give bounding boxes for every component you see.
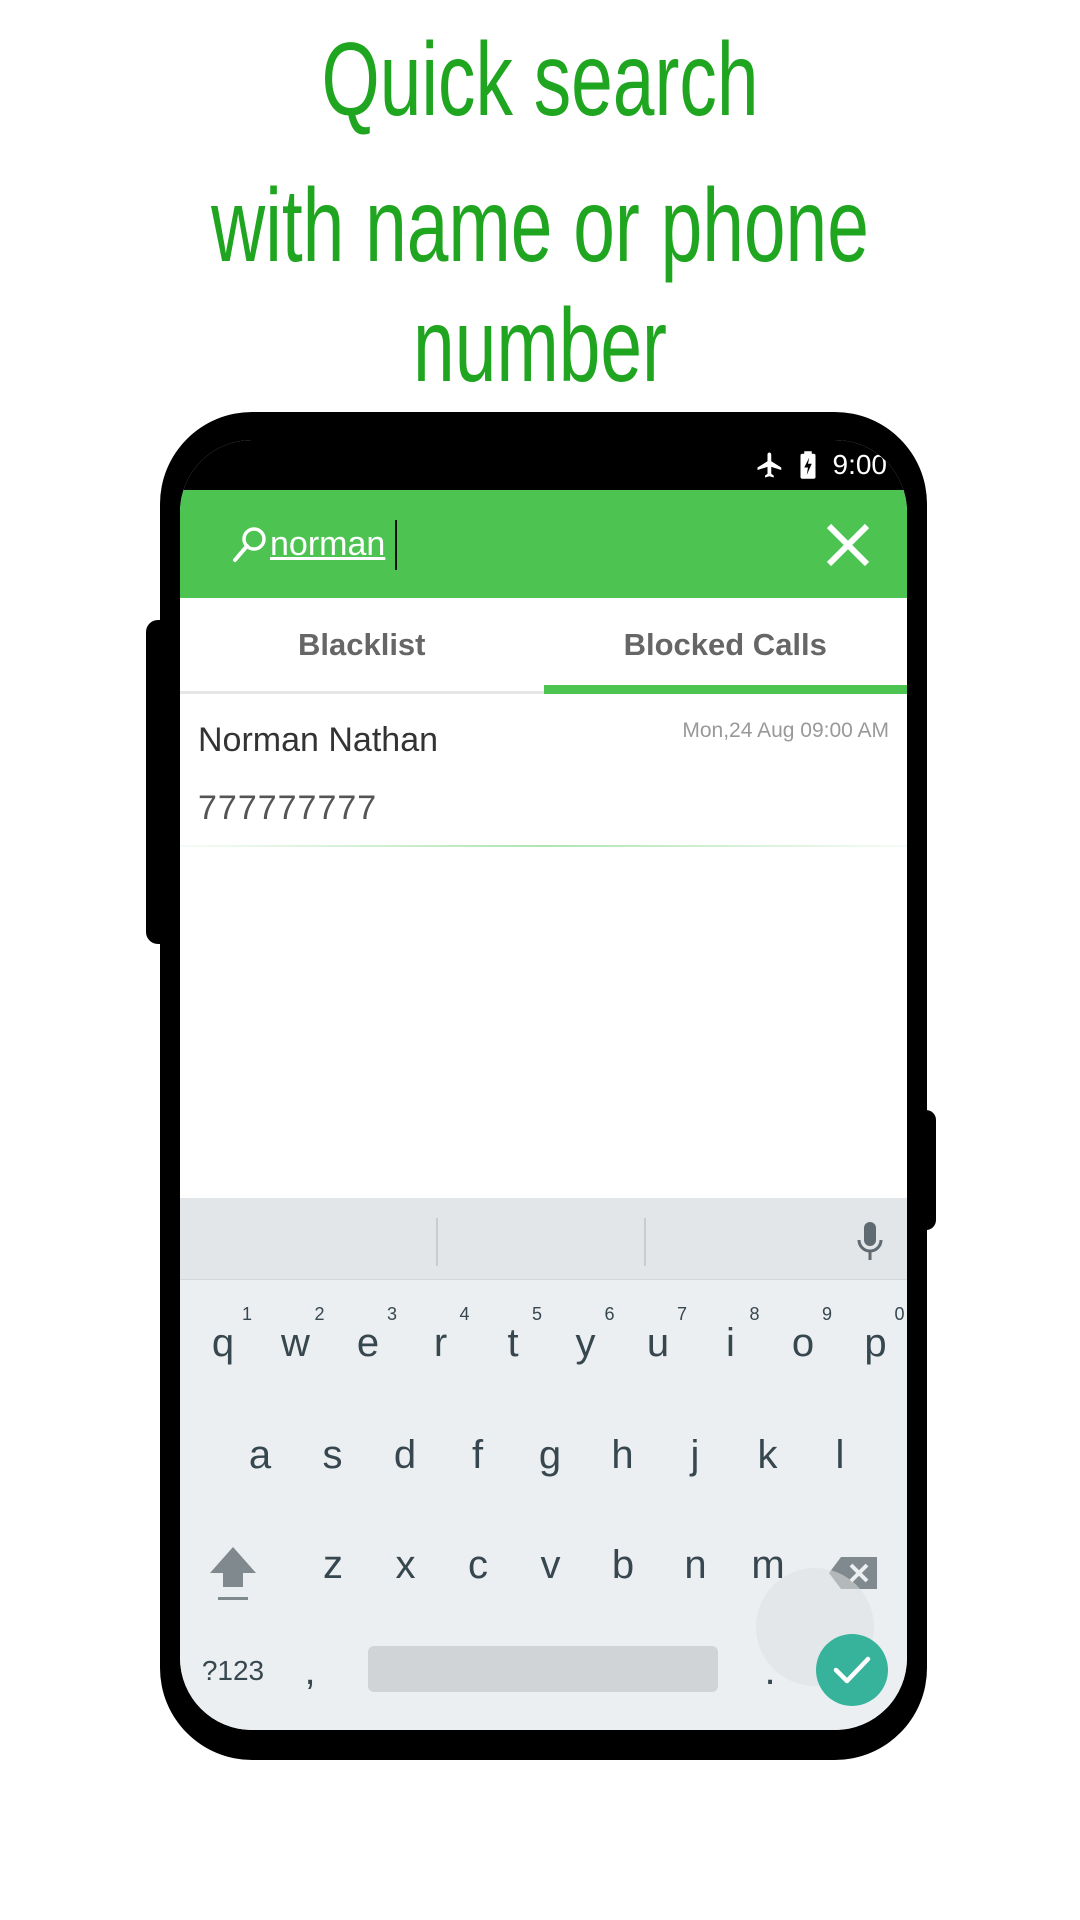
key-label: k [757,1432,778,1477]
airplane-mode-icon [755,450,785,480]
period-key[interactable]: . [740,1626,800,1716]
comma-key[interactable]: , [280,1626,340,1716]
enter-key[interactable] [816,1634,888,1706]
key-label: o [791,1320,815,1365]
symbols-key[interactable]: ?123 [192,1626,274,1716]
key-label: q [211,1320,235,1365]
key-label: y [575,1320,596,1365]
key-y[interactable]: y6 [551,1298,621,1388]
key-label: n [684,1542,707,1587]
close-icon [826,523,870,567]
key-label: w [281,1320,310,1365]
check-icon [833,1656,871,1684]
key-j[interactable]: j [660,1410,730,1500]
tab-blocked-calls[interactable]: Blocked Calls [543,598,908,694]
space-bar[interactable] [368,1646,718,1692]
key-label: h [611,1432,634,1477]
key-label: i [726,1320,735,1365]
key-label: b [611,1542,635,1587]
key-hint: 9 [821,1304,832,1324]
shift-icon [210,1547,256,1600]
key-hint: 8 [749,1304,760,1324]
key-label: f [471,1432,484,1477]
key-hint: 4 [459,1304,470,1324]
key-hint: 0 [894,1304,905,1324]
key-label: x [395,1542,416,1587]
soft-keyboard: q1w2e3r4t5y6u7i8o9p0asdfghjklzxcvbnm ?12… [180,1198,907,1730]
key-label: e [356,1320,380,1365]
key-c[interactable]: c [443,1520,513,1610]
key-n[interactable]: n [661,1520,731,1610]
suggestion-strip [180,1198,907,1280]
key-g[interactable]: g [515,1410,585,1500]
close-search-button[interactable] [823,520,873,570]
key-hint: 2 [314,1304,325,1324]
key-z[interactable]: z [298,1520,368,1610]
key-p[interactable]: p0 [841,1298,908,1388]
key-label: s [322,1432,343,1477]
key-x[interactable]: x [371,1520,441,1610]
key-label: a [248,1432,272,1477]
key-a[interactable]: a [225,1410,295,1500]
tab-blacklist[interactable]: Blacklist [180,598,544,691]
promo-title-line1: Quick search [321,22,759,138]
key-hint: 7 [676,1304,687,1324]
key-label: t [507,1320,519,1365]
key-label: l [835,1432,845,1477]
key-h[interactable]: h [588,1410,658,1500]
promo-title-line2: with name or phone number [211,168,869,404]
suggestion-divider [644,1218,646,1266]
shift-key[interactable] [188,1528,278,1618]
key-label: g [538,1432,562,1477]
key-v[interactable]: v [516,1520,586,1610]
phone-screen: 9:00 Blacklist Blocked Calls Norman Nath… [180,440,907,1730]
key-b[interactable]: b [588,1520,658,1610]
status-bar: 9:00 [180,440,907,490]
key-o[interactable]: o9 [768,1298,838,1388]
key-label: d [393,1432,417,1477]
key-i[interactable]: i8 [696,1298,766,1388]
text-caret [395,520,397,570]
blocked-call-row[interactable]: Norman Nathan Mon,24 Aug 09:00 AM 777777… [180,697,907,847]
status-time: 9:00 [832,449,888,480]
key-label: r [433,1320,448,1365]
key-e[interactable]: e3 [333,1298,403,1388]
mic-button[interactable] [855,1220,885,1264]
phone-number: 777777777 [198,789,378,827]
key-label: v [540,1542,561,1587]
key-d[interactable]: d [370,1410,440,1500]
key-t[interactable]: t5 [478,1298,548,1388]
key-q[interactable]: q1 [188,1298,258,1388]
key-hint: 5 [531,1304,542,1324]
key-label: p [864,1320,887,1365]
tab-bar: Blacklist Blocked Calls [180,598,907,694]
search-app-bar [180,490,907,598]
battery-charging-icon [797,450,819,480]
key-label: c [468,1542,488,1587]
key-label: j [690,1432,700,1477]
key-s[interactable]: s [298,1410,368,1500]
row-divider [180,845,907,847]
key-l[interactable]: l [805,1410,875,1500]
key-label: u [646,1320,670,1365]
search-icon [230,524,270,564]
mic-icon [857,1222,883,1260]
search-input[interactable] [270,514,750,574]
key-k[interactable]: k [733,1410,803,1500]
key-hint: 6 [604,1304,615,1324]
key-hint: 1 [241,1304,252,1324]
contact-name: Norman Nathan [198,721,439,759]
call-timestamp: Mon,24 Aug 09:00 AM [682,719,889,742]
key-u[interactable]: u7 [623,1298,693,1388]
suggestion-divider [436,1218,438,1266]
key-hint: 3 [386,1304,397,1324]
key-r[interactable]: r4 [406,1298,476,1388]
key-label: z [323,1542,343,1587]
key-w[interactable]: w2 [261,1298,331,1388]
key-f[interactable]: f [443,1410,513,1500]
